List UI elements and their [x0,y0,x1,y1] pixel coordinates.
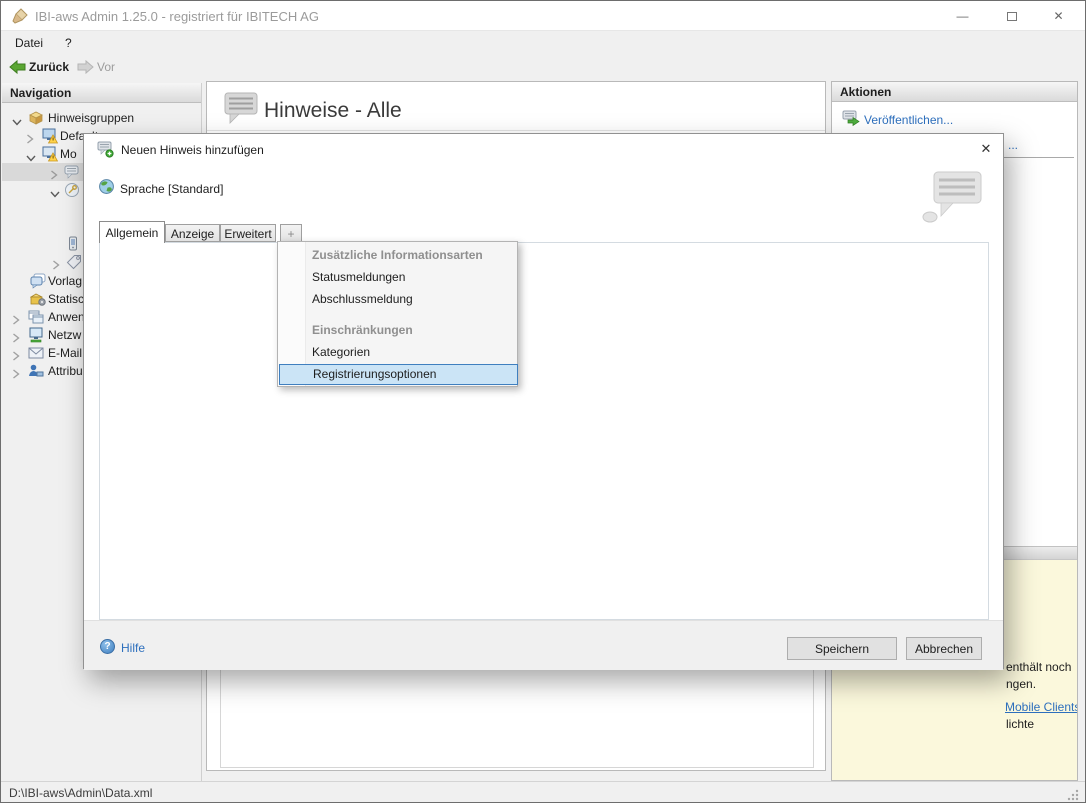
menu-datei[interactable]: Datei [15,36,43,50]
tab-anzeige[interactable]: Anzeige [165,224,220,242]
language-label: Sprache [Standard] [120,182,223,196]
dialog-footer: ? Hilfe Speichern Abbrechen [84,620,1003,670]
maximize-icon [1007,12,1017,21]
menu-item-statusmeldungen[interactable]: Statusmeldungen [278,270,517,287]
attributes-person-icon [28,363,44,379]
add-info-context-menu: Zusätzliche Informationsarten Statusmeld… [277,241,518,387]
help-link[interactable]: Hilfe [121,641,145,655]
tab-content-allgemein [99,242,989,620]
menu-header-einschraenkungen: Einschränkungen [278,323,517,340]
back-arrow-icon [9,59,26,75]
menu-item-kategorien[interactable]: Kategorien [278,345,517,362]
window-title: IBI-aws Admin 1.25.0 - registriert für I… [35,9,319,24]
navigation-header: Navigation [2,83,201,103]
hinweis-large-icon [922,170,984,226]
back-button[interactable]: Zurück [29,60,69,74]
network-icon [28,327,44,343]
add-tab-button[interactable]: + [280,224,302,242]
notice-bubble-icon [64,164,80,180]
templates-icon [30,273,46,289]
cancel-button[interactable]: Abbrechen [906,637,982,660]
tab-allgemein[interactable]: Allgemein [99,221,165,243]
header-divider [207,130,825,131]
chevron-right-icon[interactable] [12,366,20,384]
resize-grip[interactable] [1066,788,1079,801]
menu-bar: Datei ? [1,31,1085,55]
phone-icon [65,236,81,252]
toolbar: Zurück Vor [1,55,1085,80]
tag-icon [66,254,82,270]
publish-icon [842,110,860,127]
title-bar: IBI-aws Admin 1.25.0 - registriert für I… [1,1,1085,31]
status-bar: D:\IBI-aws\Admin\Data.xml [1,781,1085,803]
forward-button[interactable]: Vor [97,60,115,74]
note-text-fragment: lichte [1006,717,1034,731]
save-button[interactable]: Speichern [787,637,897,660]
app-window: IBI-aws Admin 1.25.0 - registriert für I… [0,0,1086,803]
tree-item-hinweisgruppen[interactable]: Hinweisgruppen [2,109,201,127]
actions-header: Aktionen [832,82,1077,102]
email-icon [28,345,44,361]
applications-icon [28,309,44,325]
notice-groups-icon [28,110,44,126]
menu-help[interactable]: ? [65,36,72,50]
help-icon: ? [100,639,115,654]
hinweise-header-icon [221,92,259,126]
status-file-path: D:\IBI-aws\Admin\Data.xml [9,786,152,800]
key-icon [64,182,80,198]
app-icon [12,8,28,24]
minimize-button[interactable]: — [940,1,985,31]
add-notice-icon [97,141,114,158]
globe-icon [98,178,115,195]
note-text-fragment: enthält noch [1006,660,1071,674]
monitor-warning-icon [42,146,58,162]
dialog-title: Neuen Hinweis hinzufügen [121,143,264,157]
tab-erweitert[interactable]: Erweitert [220,224,276,242]
menu-item-abschlussmeldung[interactable]: Abschlussmeldung [278,292,517,309]
hidden-action-fragment[interactable]: ... [1008,138,1018,152]
mobile-clients-link[interactable]: Mobile Clients [1005,700,1077,714]
note-text-fragment: ngen. [1006,677,1036,691]
chevron-down-icon[interactable] [50,185,60,203]
statistics-icon [30,291,46,307]
menu-item-registrierungsoptionen[interactable]: Registrierungsoptionen [279,364,518,385]
close-button[interactable]: ✕ [1036,1,1081,31]
dialog-close-button[interactable]: ✕ [976,140,996,158]
menu-header-informationsarten: Zusätzliche Informationsarten [278,248,517,265]
monitor-warning-icon [42,128,58,144]
forward-arrow-icon [77,59,94,75]
publish-link[interactable]: Veröffentlichen... [864,113,953,127]
maximize-button[interactable] [990,1,1035,31]
page-title: Hinweise - Alle [264,99,402,123]
add-notice-dialog: Neuen Hinweis hinzufügen ✕ Sprache [Stan… [83,133,1004,669]
